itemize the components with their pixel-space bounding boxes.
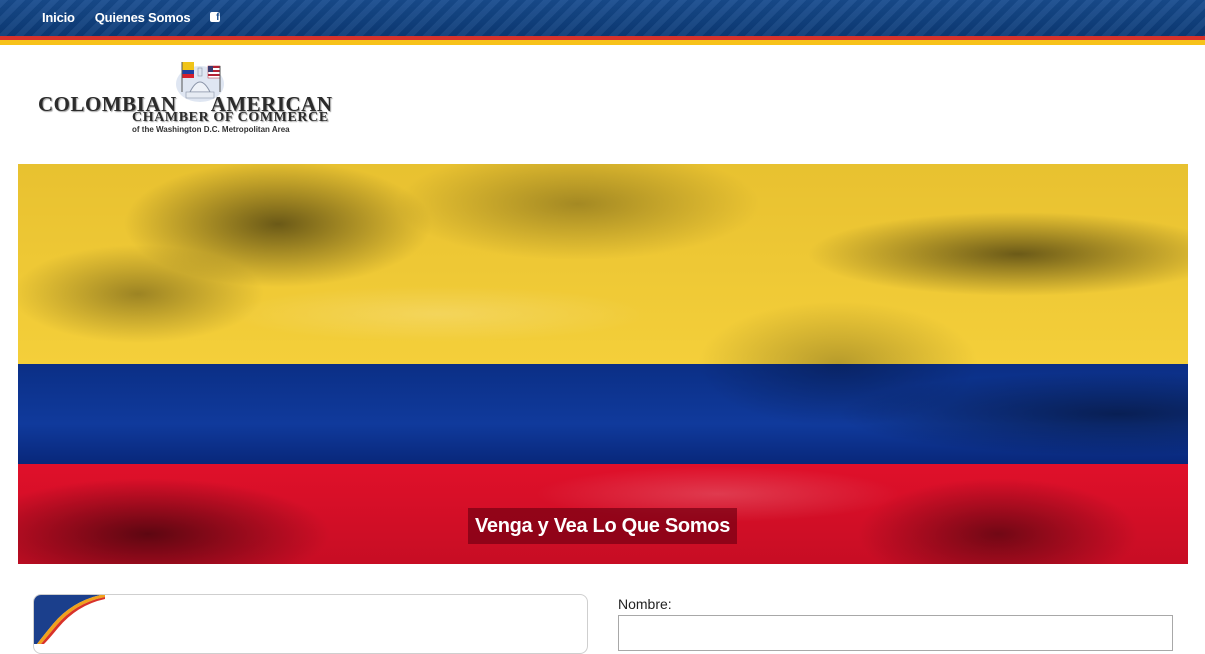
name-input[interactable]: [618, 615, 1173, 651]
hero-caption-text: Venga y Vea Lo Que Somos: [474, 514, 731, 537]
header-stripe-yellow: [0, 40, 1205, 45]
card-corner-decoration: [34, 595, 105, 644]
nav-item-inicio[interactable]: Inicio: [42, 10, 75, 25]
logo-subtitle: CHAMBER OF COMMERCE: [132, 110, 329, 125]
chamber-logo[interactable]: COLOMBIAN AMERICAN CHAMBER OF COMMERCE of…: [36, 58, 346, 140]
flag-fold-shading: [18, 164, 1188, 564]
logo-tagline: of the Washington D.C. Metropolitan Area: [132, 125, 290, 134]
nav-item-quienes-somos[interactable]: Quienes Somos: [95, 10, 191, 25]
hero-banner: Venga y Vea Lo Que Somos: [18, 164, 1188, 564]
facebook-icon[interactable]: f: [210, 12, 221, 23]
info-card: [33, 594, 588, 654]
contact-form: Nombre:: [618, 596, 1173, 651]
top-navigation-bar: Inicio Quienes Somos f: [0, 0, 1205, 36]
name-label: Nombre:: [618, 596, 672, 612]
hero-caption: Venga y Vea Lo Que Somos: [468, 508, 737, 544]
main-nav: Inicio Quienes Somos f: [42, 0, 221, 34]
